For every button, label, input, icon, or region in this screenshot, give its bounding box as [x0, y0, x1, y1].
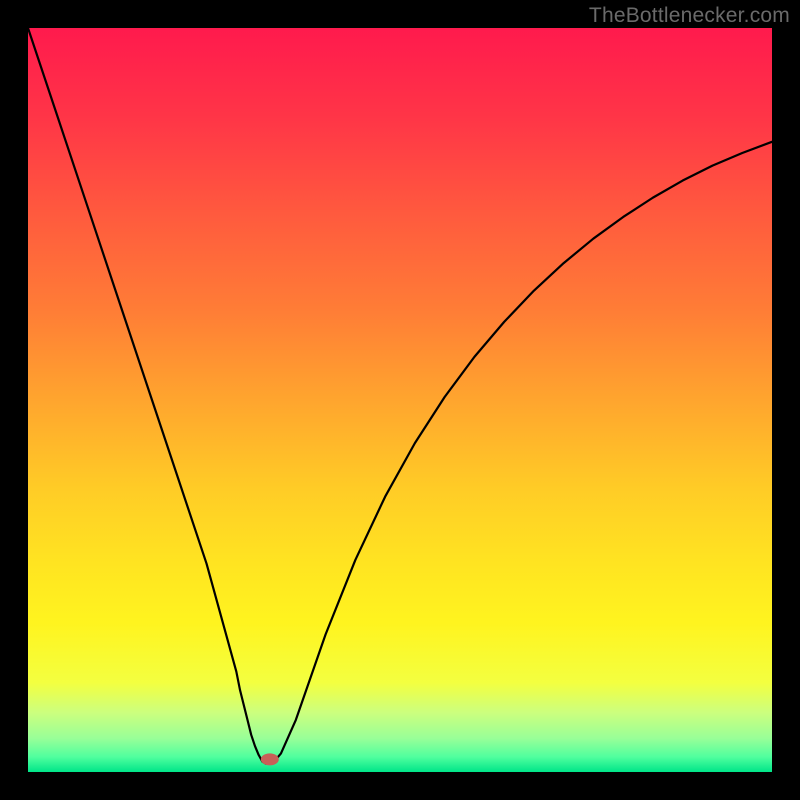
- optimal-point-marker: [261, 753, 279, 765]
- chart-frame: TheBottlenecker.com: [0, 0, 800, 800]
- chart-svg: [28, 28, 772, 772]
- plot-area: [28, 28, 772, 772]
- gradient-background: [28, 28, 772, 772]
- watermark-text: TheBottlenecker.com: [589, 4, 790, 28]
